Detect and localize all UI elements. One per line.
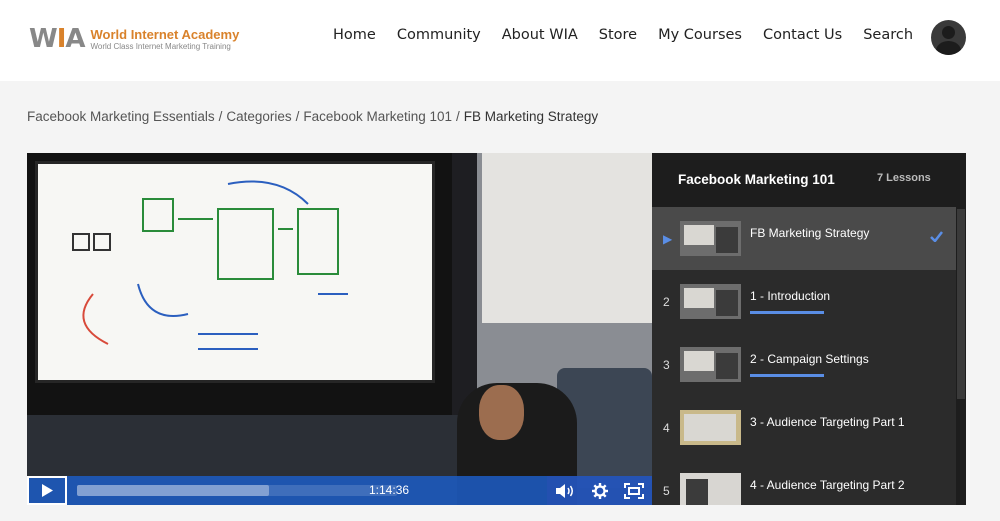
site-logo[interactable]: WIA World Internet Academy World Class I… — [29, 24, 239, 54]
breadcrumb-module[interactable]: Facebook Marketing 101 — [303, 109, 452, 124]
video-controls: 1:14:36 — [27, 476, 652, 505]
lesson-title: 1 - Introduction — [750, 289, 831, 303]
nav-my-courses[interactable]: My Courses — [658, 27, 742, 43]
lesson-item[interactable]: 2 1 - Introduction — [652, 270, 956, 333]
lesson-item[interactable]: 3 2 - Campaign Settings — [652, 333, 956, 396]
nav-contact[interactable]: Contact Us — [763, 27, 842, 43]
lesson-thumbnail — [680, 221, 741, 256]
play-icon — [42, 484, 53, 497]
video-whiteboard-background — [482, 153, 652, 323]
scrollbar-thumb[interactable] — [957, 209, 965, 399]
breadcrumb: Facebook Marketing Essentials / Categories… — [27, 109, 599, 124]
lesson-number: 4 — [663, 421, 670, 435]
user-avatar[interactable] — [931, 20, 966, 55]
video-player[interactable]: 1:14:36 — [27, 153, 652, 505]
lesson-progress — [750, 311, 824, 314]
lesson-thumbnail — [680, 347, 741, 382]
fullscreen-icon — [624, 483, 644, 499]
site-header: WIA World Internet Academy World Class I… — [0, 0, 1000, 81]
gear-icon — [592, 483, 608, 499]
lesson-number: 5 — [663, 484, 670, 498]
breadcrumb-current: FB Marketing Strategy — [463, 109, 599, 124]
lesson-thumbnail — [680, 284, 741, 319]
lesson-thumbnail — [680, 410, 741, 445]
breadcrumb-categories[interactable]: Categories — [226, 109, 291, 124]
lesson-title: 2 - Campaign Settings — [750, 352, 869, 366]
lesson-count: 7 Lessons — [877, 172, 931, 184]
playlist-header: Facebook Marketing 101 7 Lessons — [652, 153, 966, 207]
lesson-title: FB Marketing Strategy — [750, 226, 870, 240]
progress-fill — [77, 485, 269, 496]
lesson-progress — [750, 374, 824, 377]
lesson-number: 3 — [663, 358, 670, 372]
volume-icon — [556, 484, 573, 498]
lesson-item[interactable]: ▶ FB Marketing Strategy — [652, 207, 956, 270]
nav-about[interactable]: About WIA — [502, 27, 578, 43]
volume-button[interactable] — [555, 481, 575, 501]
playlist-title: Facebook Marketing 101 — [678, 172, 835, 187]
check-icon — [930, 231, 943, 242]
lesson-thumbnail — [680, 473, 741, 505]
nav-store[interactable]: Store — [599, 27, 637, 43]
lesson-item[interactable]: 4 3 - Audience Targeting Part 1 — [652, 396, 956, 459]
progress-bar[interactable] — [77, 485, 397, 496]
logo-title: World Internet Academy — [90, 26, 240, 42]
main-nav: Home Community About WIA Store My Course… — [333, 27, 934, 43]
play-button[interactable] — [27, 476, 67, 505]
playlist-scrollbar[interactable] — [956, 207, 966, 505]
video-time: 1:14:36 — [369, 483, 410, 497]
nav-search[interactable]: Search — [863, 27, 913, 43]
logo-mark: WIA — [29, 24, 85, 54]
whiteboard-sketch — [72, 180, 348, 350]
lesson-item[interactable]: 5 4 - Audience Targeting Part 2 — [652, 459, 956, 505]
settings-button[interactable] — [590, 481, 610, 501]
lesson-title: 3 - Audience Targeting Part 1 — [750, 415, 905, 429]
lesson-number: 2 — [663, 295, 670, 309]
lesson-title: 4 - Audience Targeting Part 2 — [750, 478, 905, 492]
nav-community[interactable]: Community — [397, 27, 481, 43]
lesson-playlist: Facebook Marketing 101 7 Lessons ▶ FB Ma… — [652, 153, 966, 505]
fullscreen-button[interactable] — [624, 481, 644, 501]
logo-subtitle: World Class Internet Marketing Training — [90, 41, 231, 51]
breadcrumb-course[interactable]: Facebook Marketing Essentials — [27, 109, 215, 124]
now-playing-icon: ▶ — [663, 232, 673, 246]
video-whiteboard — [35, 161, 435, 383]
nav-home[interactable]: Home — [333, 27, 376, 43]
